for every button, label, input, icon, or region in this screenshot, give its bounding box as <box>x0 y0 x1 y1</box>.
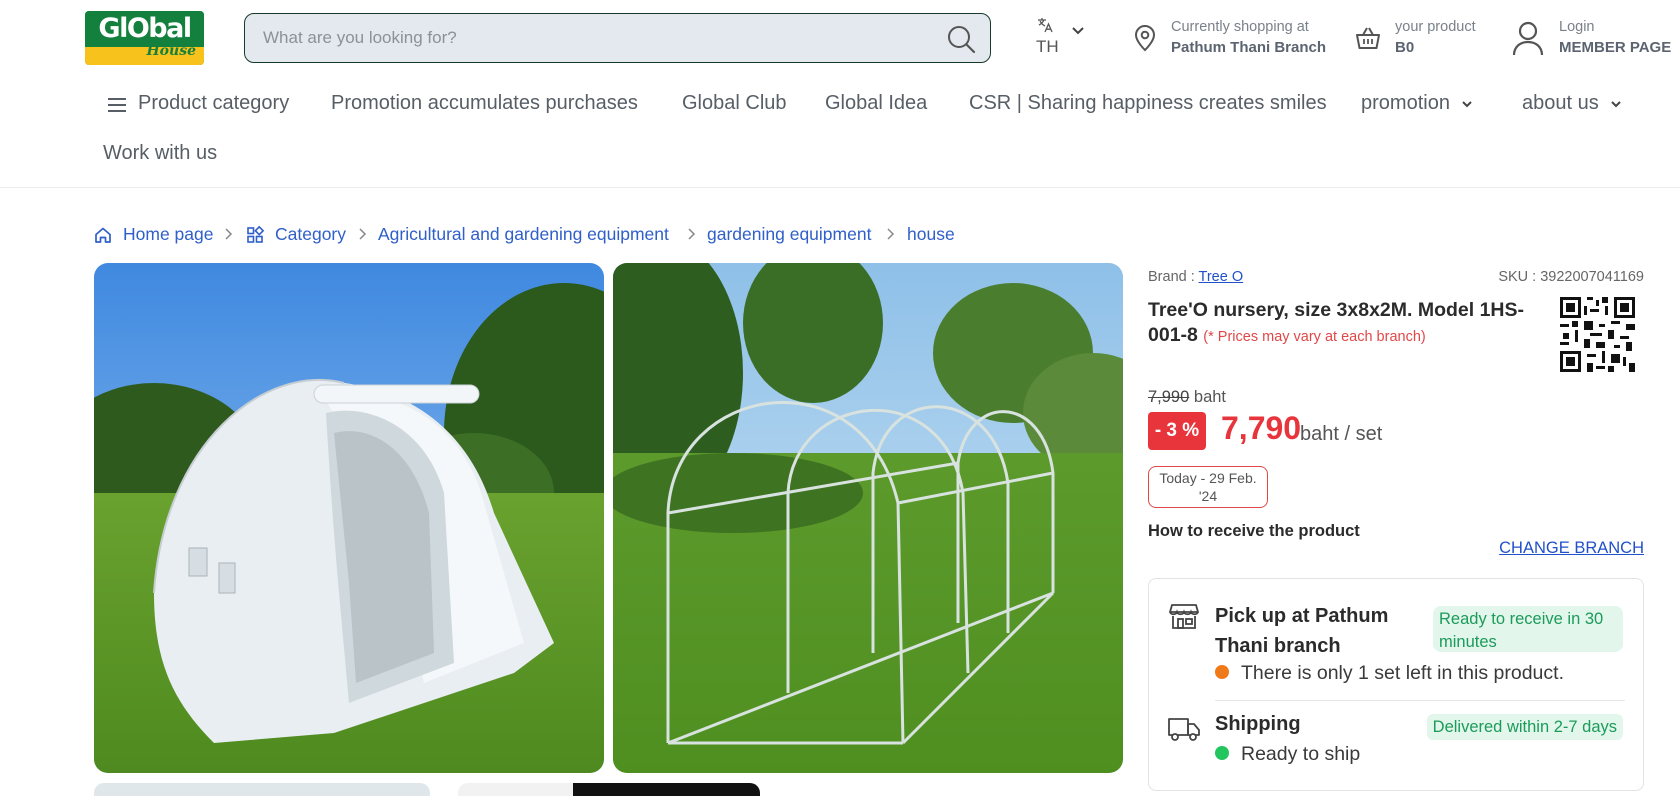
change-branch-link[interactable]: CHANGE BRANCH <box>1499 539 1644 558</box>
chevron-right-icon <box>887 228 895 240</box>
truck-icon <box>1168 718 1200 741</box>
current-branch[interactable]: Currently shopping at Pathum Thani Branc… <box>1133 18 1328 60</box>
breadcrumb: Home page Category Agricultural and gard… <box>94 224 994 248</box>
shipping-status: Ready to ship <box>1215 743 1360 766</box>
breadcrumb-category[interactable]: Category <box>275 224 346 245</box>
sku: SKU : 3922007041169 <box>1498 269 1644 285</box>
basket-icon <box>1356 27 1380 49</box>
old-price: 7,990 baht <box>1148 388 1226 407</box>
thumbnail-2[interactable] <box>458 783 760 796</box>
nav-about-us-label: about us <box>1522 92 1599 114</box>
product-photo-frame[interactable] <box>613 263 1123 773</box>
old-price-unit: baht <box>1193 388 1227 406</box>
language-label: TH <box>1036 37 1059 56</box>
main-nav: Product category Promotion accumulates p… <box>0 82 1680 188</box>
receive-method-title: How to receive the product <box>1148 522 1360 540</box>
breadcrumb-home[interactable]: Home page <box>123 224 213 245</box>
chevron-right-icon <box>688 228 696 240</box>
member-page-label: MEMBER PAGE <box>1559 39 1672 56</box>
discount-badge: - 3 % <box>1148 412 1206 450</box>
promo-date-badge: Today - 29 Feb. '24 <box>1148 466 1268 508</box>
nav-promotion[interactable]: promotion <box>1361 92 1474 115</box>
login-label: Login <box>1559 19 1595 35</box>
chevron-down-icon <box>1072 27 1084 35</box>
breadcrumb-gardening[interactable]: gardening equipment <box>707 224 871 245</box>
thumbnail-1[interactable] <box>94 783 430 796</box>
pickup-option-title[interactable]: Pick up at Pathum Thani branch <box>1215 601 1405 661</box>
shipping-option-title[interactable]: Shipping <box>1215 713 1301 736</box>
nav-csr[interactable]: CSR | Sharing happiness creates smiles <box>969 92 1327 115</box>
price-note: (* Prices may vary at each branch) <box>1203 329 1426 345</box>
product-photo-covered[interactable] <box>94 263 604 773</box>
store-icon <box>1169 604 1199 629</box>
nav-work-with-us[interactable]: Work with us <box>103 142 217 165</box>
price-unit: baht / set <box>1300 423 1383 445</box>
nav-promotion-label: promotion <box>1361 92 1450 114</box>
brand-label: Brand : <box>1148 269 1195 285</box>
breadcrumb-house[interactable]: house <box>907 224 955 245</box>
search-bar <box>244 13 991 63</box>
chevron-down-icon <box>1462 101 1472 108</box>
ready-to-receive-badge: Ready to receive in 30 minutes <box>1433 606 1623 652</box>
breadcrumb-agricultural[interactable]: Agricultural and gardening equipment <box>378 224 669 245</box>
divider <box>1215 700 1625 701</box>
old-price-value: 7,990 <box>1148 388 1190 406</box>
cart-total: B0 <box>1395 39 1415 56</box>
login-button[interactable]: Login MEMBER PAGE <box>1511 18 1671 60</box>
stock-text: There is only 1 set left in this product… <box>1241 662 1564 684</box>
home-icon <box>95 227 111 243</box>
shipping-dot <box>1215 746 1229 761</box>
hamburger-icon[interactable] <box>106 96 128 114</box>
cart-button[interactable]: your product B0 <box>1354 18 1484 60</box>
shipping-status-text: Ready to ship <box>1241 743 1361 765</box>
chevron-right-icon <box>359 228 367 240</box>
branch-name: Pathum Thani Branch <box>1171 39 1327 56</box>
search-input[interactable] <box>263 14 923 61</box>
delivery-time-badge: Delivered within 2-7 days <box>1426 714 1623 740</box>
global-house-logo[interactable]: GlObal House <box>85 11 204 65</box>
chevron-right-icon <box>225 228 233 240</box>
nav-global-club[interactable]: Global Club <box>682 92 787 115</box>
brand-line: Brand : Tree O <box>1148 269 1243 285</box>
cart-label: your product <box>1395 19 1476 35</box>
nav-about-us[interactable]: about us <box>1522 92 1623 115</box>
qr-code-icon[interactable] <box>1560 297 1635 372</box>
logo-text: GlObal <box>85 11 204 47</box>
nav-global-idea[interactable]: Global Idea <box>825 92 927 115</box>
search-icon[interactable] <box>946 24 976 54</box>
location-pin-icon <box>1134 25 1156 52</box>
nav-product-category[interactable]: Product category <box>138 92 289 115</box>
nav-promotion-accumulates[interactable]: Promotion accumulates purchases <box>331 92 638 115</box>
top-bar: GlObal House TH Currently shopping at Pa… <box>0 0 1680 82</box>
logo-subtext: House <box>146 43 196 59</box>
brand-link[interactable]: Tree O <box>1199 269 1244 285</box>
stock-status: There is only 1 set left in this product… <box>1215 662 1564 685</box>
delivery-options-card: Pick up at Pathum Thani branch Ready to … <box>1148 578 1644 791</box>
user-icon <box>1512 21 1544 56</box>
language-switcher[interactable]: TH <box>1036 16 1091 60</box>
current-price: 7,790 <box>1221 410 1302 446</box>
branch-label: Currently shopping at <box>1171 19 1309 35</box>
chevron-down-icon <box>1611 101 1621 108</box>
category-grid-icon <box>247 226 264 243</box>
translate-icon <box>1038 18 1053 33</box>
product-title: Tree'O nursery, size 3x8x2M. Model 1HS-0… <box>1148 298 1538 350</box>
stock-dot <box>1215 665 1229 680</box>
